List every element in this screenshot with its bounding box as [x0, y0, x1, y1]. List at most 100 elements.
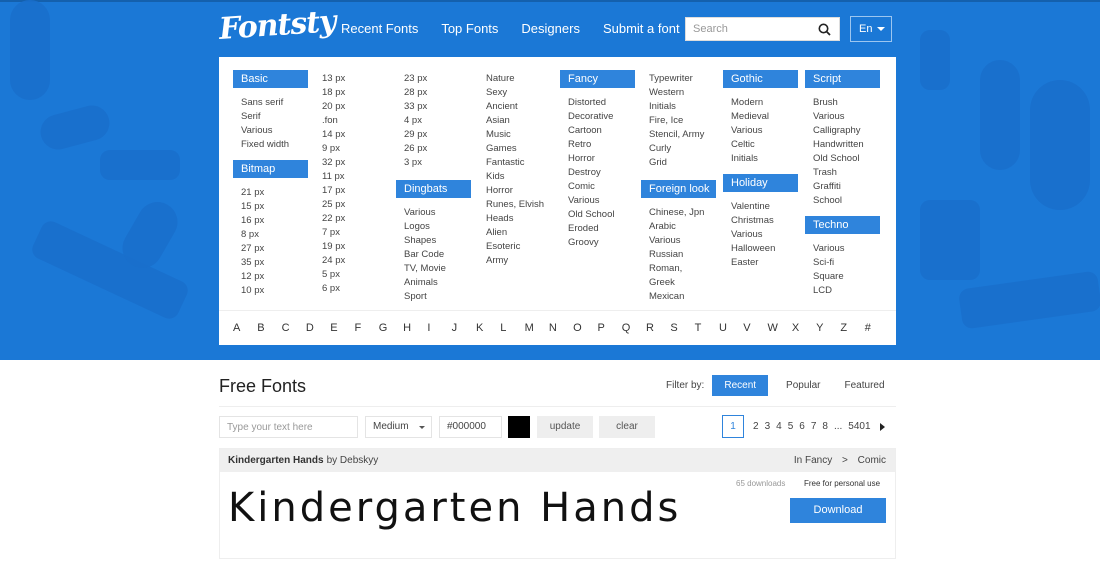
page-link[interactable]: 3	[765, 421, 771, 432]
category-link[interactable]: Initials	[731, 152, 798, 166]
category-link[interactable]: 27 px	[241, 242, 308, 256]
category-link[interactable]: Ancient	[486, 100, 544, 114]
alphabet-link[interactable]: A	[233, 322, 257, 334]
alphabet-link[interactable]: V	[743, 322, 767, 334]
category-link[interactable]: School	[813, 194, 880, 208]
nav-designers[interactable]: Designers	[521, 21, 580, 36]
category-link[interactable]: Christmas	[731, 214, 798, 228]
category-link[interactable]: Square	[813, 270, 880, 284]
alphabet-link[interactable]: H	[403, 322, 427, 334]
category-link[interactable]: Sexy	[486, 86, 544, 100]
alphabet-link[interactable]: E	[330, 322, 354, 334]
category-link[interactable]: Logos	[404, 220, 471, 234]
category-link[interactable]: Various	[813, 242, 880, 256]
alphabet-link[interactable]: S	[670, 322, 694, 334]
category-link[interactable]: Grid	[649, 156, 716, 170]
category-link[interactable]: Various	[813, 110, 880, 124]
category-link[interactable]: Fire, Ice	[649, 114, 716, 128]
category-link[interactable]: Brush	[813, 96, 880, 110]
category-link[interactable]: Various	[731, 228, 798, 242]
category-link[interactable]: Handwritten	[813, 138, 880, 152]
category-link[interactable]: Easter	[731, 256, 798, 270]
category-link[interactable]: Various	[568, 194, 635, 208]
alphabet-link[interactable]: G	[379, 322, 403, 334]
category-link[interactable]: Heads	[486, 212, 544, 226]
nav-recent-fonts[interactable]: Recent Fonts	[341, 21, 418, 36]
category-link[interactable]: Initials	[649, 100, 716, 114]
category-link[interactable]: Greek	[649, 276, 716, 290]
category-link[interactable]: 20 px	[322, 100, 345, 114]
category-header-gothic[interactable]: Gothic	[723, 70, 798, 88]
page-link[interactable]: 8	[822, 421, 828, 432]
category-link[interactable]: Bar Code	[404, 248, 471, 262]
alphabet-link[interactable]: C	[282, 322, 306, 334]
alphabet-link[interactable]: P	[597, 322, 621, 334]
next-page-icon[interactable]	[879, 422, 885, 431]
category-link[interactable]: Sans serif	[241, 96, 308, 110]
category-link[interactable]: Groovy	[568, 236, 635, 250]
category-link[interactable]: Valentine	[731, 200, 798, 214]
alphabet-link[interactable]: K	[476, 322, 500, 334]
font-subcategory[interactable]: Comic	[858, 455, 886, 466]
category-link[interactable]: Serif	[241, 110, 308, 124]
category-link[interactable]: 5 px	[322, 268, 345, 282]
alphabet-link[interactable]: Z	[840, 322, 864, 334]
category-link[interactable]: Halloween	[731, 242, 798, 256]
category-link[interactable]: Horror	[486, 184, 544, 198]
alphabet-link[interactable]: O	[573, 322, 597, 334]
alphabet-link[interactable]: B	[257, 322, 281, 334]
category-link[interactable]: Chinese, Jpn	[649, 206, 716, 220]
preview-text-input[interactable]	[219, 416, 358, 438]
alphabet-link[interactable]: Q	[622, 322, 646, 334]
category-link[interactable]: Calligraphy	[813, 124, 880, 138]
filter-recent[interactable]: Recent	[712, 375, 769, 396]
alphabet-link[interactable]: J	[452, 322, 476, 334]
alphabet-link[interactable]: L	[500, 322, 524, 334]
category-link[interactable]: Music	[486, 128, 544, 142]
category-link[interactable]: Various	[649, 234, 716, 248]
clear-button[interactable]: clear	[599, 416, 655, 438]
category-header-techno[interactable]: Techno	[805, 216, 880, 234]
category-header-holiday[interactable]: Holiday	[723, 174, 798, 192]
category-link[interactable]: Asian	[486, 114, 544, 128]
alphabet-link[interactable]: U	[719, 322, 743, 334]
category-link[interactable]: Destroy	[568, 166, 635, 180]
category-link[interactable]: Arabic	[649, 220, 716, 234]
category-link[interactable]: Shapes	[404, 234, 471, 248]
category-link[interactable]: Horror	[568, 152, 635, 166]
alphabet-link[interactable]: F	[354, 322, 378, 334]
category-link[interactable]: 29 px	[404, 128, 471, 142]
category-header-basic[interactable]: Basic	[233, 70, 308, 88]
category-link[interactable]: 7 px	[322, 226, 345, 240]
category-link[interactable]: Various	[241, 124, 308, 138]
category-link[interactable]: Fantastic	[486, 156, 544, 170]
alphabet-link[interactable]: X	[792, 322, 816, 334]
category-link[interactable]: 32 px	[322, 156, 345, 170]
category-link[interactable]: Sci-fi	[813, 256, 880, 270]
alphabet-link[interactable]: M	[525, 322, 549, 334]
font-author[interactable]: by Debskyy	[327, 455, 379, 466]
category-link[interactable]: 10 px	[241, 284, 308, 298]
category-link[interactable]: Runes, Elvish	[486, 198, 544, 212]
category-header-foreign-look[interactable]: Foreign look	[641, 180, 716, 198]
size-select[interactable]: Medium	[365, 416, 432, 438]
category-link[interactable]: Nature	[486, 72, 544, 86]
category-link[interactable]: 4 px	[404, 114, 471, 128]
language-select[interactable]: En	[850, 16, 892, 42]
font-name[interactable]: Kindergarten Hands	[228, 455, 324, 466]
category-link[interactable]: Celtic	[731, 138, 798, 152]
page-last[interactable]: 5401	[848, 421, 870, 432]
font-preview[interactable]: Kindergarten Hands	[228, 485, 681, 531]
alphabet-link[interactable]: N	[549, 322, 573, 334]
category-link[interactable]: Sport	[404, 290, 471, 304]
category-link[interactable]: 12 px	[241, 270, 308, 284]
category-link[interactable]: 14 px	[322, 128, 345, 142]
category-link[interactable]: Kids	[486, 170, 544, 184]
category-link[interactable]: 8 px	[241, 228, 308, 242]
category-link[interactable]: LCD	[813, 284, 880, 298]
category-link[interactable]: Games	[486, 142, 544, 156]
alphabet-link[interactable]: #	[865, 322, 889, 334]
category-link[interactable]: Army	[486, 254, 544, 268]
category-link[interactable]: .fon	[322, 114, 345, 128]
category-link[interactable]: Retro	[568, 138, 635, 152]
